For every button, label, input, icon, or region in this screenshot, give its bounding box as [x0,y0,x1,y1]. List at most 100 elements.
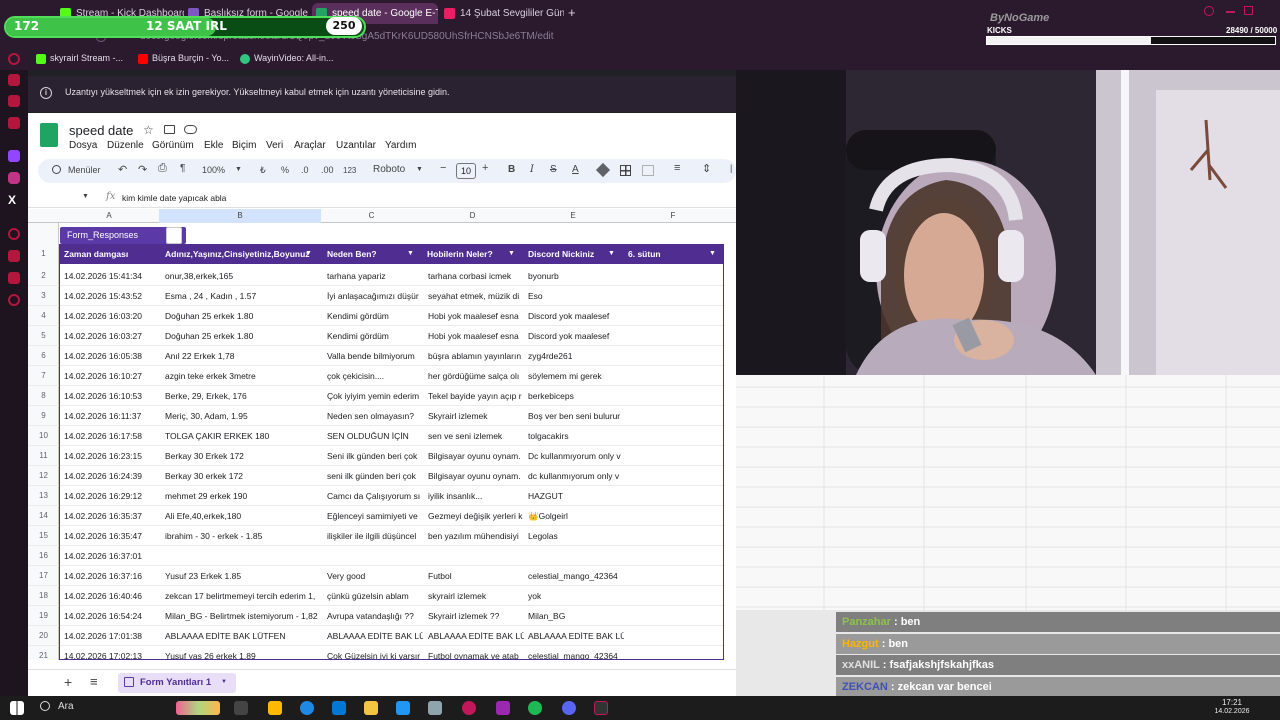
menu-gorunum[interactable]: Görünüm [152,140,194,151]
menu-uzantilar[interactable]: Uzantılar [336,140,376,151]
table-cell[interactable]: byonurb [528,271,624,281]
table-cell[interactable]: yok [528,591,624,601]
col-header-a[interactable]: A [59,211,159,220]
chat-username[interactable]: xxANIL [842,659,880,671]
table-cell[interactable]: celestial_mango_42364 [528,571,624,581]
sidebar-icon-3[interactable] [8,95,20,107]
sidebar-icon-2[interactable] [8,74,20,86]
tab-valentines[interactable]: 14 Şubat Sevgililer Günü Ç [440,3,564,24]
table-cell[interactable]: Avrupa vatandaşlığı ?? [327,611,423,621]
table-cell[interactable]: 14.02.2026 16:03:27 [64,331,160,341]
document-title[interactable]: speed date [69,123,133,138]
print-icon[interactable]: ⎙ [158,162,167,175]
table-cell[interactable]: 14.02.2026 16:29:12 [64,491,160,501]
table-cell[interactable]: 14.02.2026 16:54:24 [64,611,160,621]
table-cell[interactable]: 14.02.2026 17:01:38 [64,631,160,641]
font-size-minus-button[interactable]: − [440,162,446,174]
table-cell[interactable]: söylemem mi gerek [528,371,624,381]
col-header-b[interactable]: B [159,209,321,223]
menu-yardim[interactable]: Yardım [385,140,417,151]
header-neden[interactable]: Neden Ben? [327,249,407,259]
italic-button[interactable]: I [530,164,534,175]
discord-icon[interactable] [562,701,576,715]
search-icon[interactable] [40,701,50,711]
edge-icon[interactable] [300,701,314,715]
taskbar-search[interactable]: Ara [58,701,74,712]
font-size-input[interactable]: 10 [456,163,476,179]
chat-username[interactable]: ZEKCAN [842,681,888,693]
strikethrough-button[interactable]: S [550,164,557,175]
table-cell[interactable]: 14.02.2026 15:43:52 [64,291,160,301]
table-cell[interactable]: Very good [327,571,423,581]
table-cell[interactable]: Bilgisayar oyunu oynam. [428,451,524,461]
more-tools-icon[interactable]: | [730,163,732,173]
menu-veri[interactable]: Veri [266,140,283,151]
store-icon[interactable] [332,701,346,715]
col-header-e[interactable]: E [523,211,623,220]
twitch-icon[interactable] [8,150,20,162]
font-select[interactable]: Roboto [373,164,405,175]
table-cell[interactable]: Bilgisayar oyunu oynam. [428,471,524,481]
col-header-d[interactable]: D [422,211,523,220]
clock-date[interactable]: 14.02.2026 [1204,708,1260,715]
menu-ekle[interactable]: Ekle [204,140,223,151]
number-format-button[interactable]: 123 [343,166,356,175]
merge-cells-icon[interactable] [642,165,654,176]
file-explorer-icon[interactable] [268,701,282,715]
table-cell[interactable]: mehmet 29 erkek 190 [165,491,322,501]
zoom-chevron-down-icon[interactable]: ▼ [235,166,242,173]
table-cell[interactable]: ben yazılım mühendisiyi [428,531,524,541]
table-cell[interactable]: Gezmeyi değişik yerleri k [428,511,524,521]
filter-chevron-icon[interactable]: ▼ [305,250,312,257]
table-cell[interactable]: 14.02.2026 16:17:58 [64,431,160,441]
table-cell[interactable]: Meriç, 30, Adam, 1.95 [165,411,322,421]
table-cell[interactable]: Doğuhan 25 erkek 1.80 [165,311,322,321]
table-cell[interactable]: Eso [528,291,624,301]
redo-icon[interactable]: ↷ [138,163,147,176]
table-cell[interactable]: Tekel bayide yayın açıp r [428,391,524,401]
sidebar-icon-1[interactable] [8,53,20,65]
table-cell[interactable]: zyg4rde261 [528,351,624,361]
row-header-1[interactable]: 1 [28,244,59,264]
table-cell[interactable]: zekcan 17 belirtmemeyi tercih ederim 1, [165,591,322,601]
table-cell[interactable]: 👑Golgeirl [528,511,624,522]
table-cell[interactable]: Legolas [528,531,624,541]
bookmark-skyrairl[interactable]: skyrairl Stream -... [36,53,123,64]
spotify-icon[interactable] [528,701,542,715]
table-cell[interactable]: tarhana yapariz [327,271,423,281]
table-cell[interactable]: sen ve seni izlemek [428,431,524,441]
bookmark-busra[interactable]: Büşra Burçin - Yo... [138,53,229,64]
table-cell[interactable]: İyi anlaşacağımızı düşür [327,291,423,301]
sidebar-icon-5[interactable] [8,228,20,240]
x-icon[interactable]: X [8,193,16,207]
bookmark-wayinvideo[interactable]: WayinVideo: All-in... [240,53,334,64]
table-cell[interactable]: Doğuhan 25 erkek 1.80 [165,331,322,341]
instagram-icon[interactable] [8,172,20,184]
sidebar-icon-6[interactable] [8,250,20,262]
table-cell[interactable]: 14.02.2026 16:37:01 [64,551,160,561]
table-cell[interactable]: Kendimi gördüm [327,311,423,321]
table-cell[interactable]: 14.02.2026 16:10:53 [64,391,160,401]
table-cell[interactable]: Çok iyiyim yemin ederim [327,391,423,401]
table-cell[interactable]: ABLAAAA EDİTE BAK LÜ [528,631,624,641]
table-cell[interactable]: onur,38,erkek,165 [165,271,322,281]
sidebar-icon-7[interactable] [8,272,20,284]
table-cell[interactable]: Dc kullanmıyorum only v [528,451,624,461]
table-cell[interactable]: Cok Güzelsin iyi ki varsır [327,651,423,660]
table-cell[interactable]: Futbol oynamak ve atab [428,651,524,660]
search-icon[interactable] [1204,6,1214,16]
all-sheets-icon[interactable]: ≡ [90,674,98,689]
widgets-icon[interactable] [176,701,220,715]
table-cell[interactable]: 14.02.2026 16:24:39 [64,471,160,481]
chat-username[interactable]: Panzahar [842,616,891,628]
table-cell[interactable]: 14.02.2026 16:40:46 [64,591,160,601]
header-6-sutun[interactable]: 6. sütun [628,249,708,259]
task-view-icon[interactable] [234,701,248,715]
header-hobiler[interactable]: Hobilerin Neler? [427,249,507,259]
table-cell[interactable]: Milan_BG [528,611,624,621]
fill-color-icon[interactable] [595,162,611,178]
undo-icon[interactable]: ↶ [118,163,127,176]
clock-time[interactable]: 17:21 [1212,698,1252,707]
table-cell[interactable]: 14.02.2026 17:02:13 [64,651,160,660]
increase-decimal-button[interactable]: .00 [321,165,334,175]
